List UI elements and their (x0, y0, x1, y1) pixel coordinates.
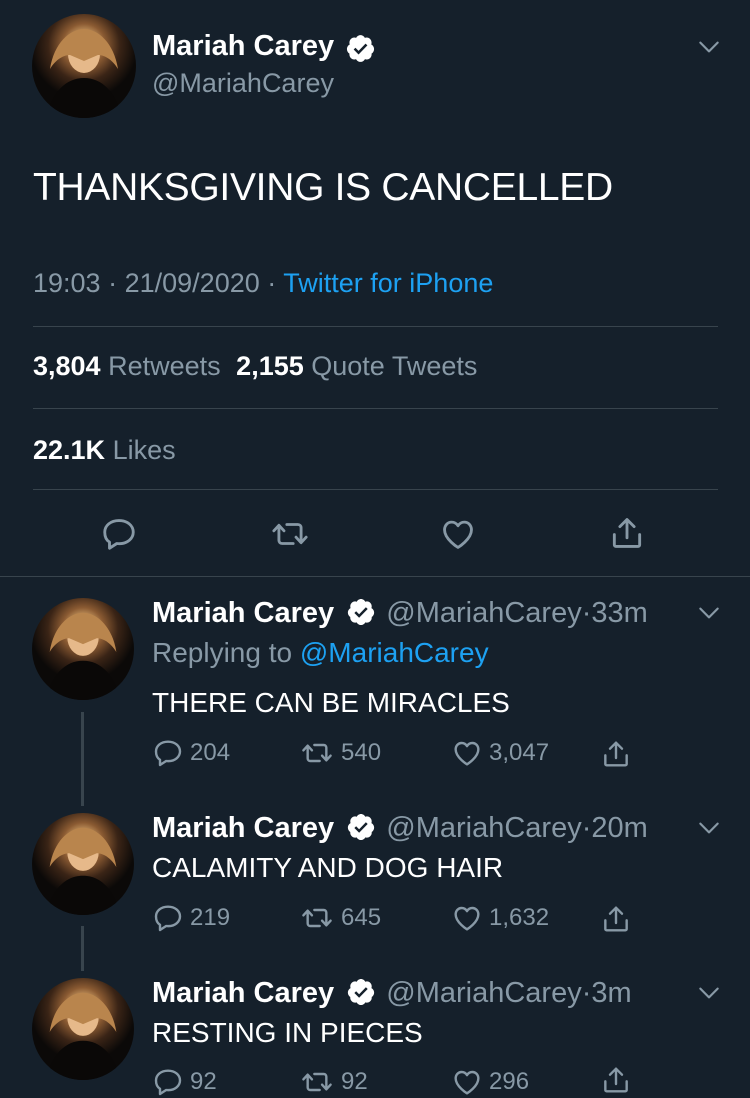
retweet-button[interactable]: 540 (299, 737, 381, 769)
replying-to: Replying to @MariahCarey (152, 637, 489, 669)
verified-badge-icon (345, 33, 376, 64)
avatar[interactable] (32, 978, 134, 1080)
share-icon[interactable] (600, 1064, 632, 1096)
divider (33, 326, 718, 327)
reply-count: 92 (190, 1068, 217, 1095)
divider (0, 576, 750, 577)
author-name[interactable]: Mariah Carey (152, 597, 334, 629)
likes-stat[interactable]: 22.1K Likes (33, 435, 176, 466)
like-icon (451, 737, 483, 769)
reply-header: Mariah Carey @MariahCarey·20m (152, 812, 648, 845)
meta-separator: · (581, 977, 592, 1009)
replying-to-prefix: Replying to (152, 637, 293, 668)
reply-button[interactable]: 92 (152, 1066, 217, 1098)
quote-tweets-stat[interactable]: 2,155 Quote Tweets (236, 351, 477, 381)
like-count: 3,047 (489, 739, 550, 766)
meta-separator: · (581, 812, 592, 844)
chevron-down-icon[interactable] (696, 600, 722, 626)
reply-header: Mariah Carey @MariahCarey·33m (152, 597, 648, 630)
likes-count: 22.1K (33, 435, 106, 465)
verified-badge-icon (346, 977, 376, 1007)
share-icon[interactable] (600, 737, 632, 771)
likes-label: Likes (112, 435, 176, 465)
tweet-meta: 19:03 · 21/09/2020 · Twitter for iPhone (33, 268, 493, 299)
tweet-time[interactable]: 19:03 (33, 268, 101, 298)
retweet-count: 92 (341, 1068, 368, 1095)
author-name[interactable]: Mariah Carey (152, 30, 334, 63)
thread-line (81, 926, 84, 971)
avatar[interactable] (32, 14, 136, 118)
chevron-down-icon[interactable] (696, 34, 722, 60)
verified-badge-icon (346, 597, 376, 627)
retweet-icon (299, 1066, 335, 1098)
retweet-button[interactable]: 92 (299, 1066, 368, 1098)
divider (33, 408, 718, 409)
reply-count: 204 (190, 739, 231, 766)
author-handle[interactable]: @MariahCarey (152, 68, 334, 99)
reply-text: CALAMITY AND DOG HAIR (152, 852, 504, 883)
author-handle[interactable]: @MariahCarey (386, 812, 581, 844)
retweet-button[interactable]: 645 (299, 902, 381, 934)
thread-line (81, 712, 84, 806)
replying-to-handle[interactable]: @MariahCarey (300, 637, 489, 668)
reply-icon (152, 1066, 184, 1098)
reply-icon (152, 902, 184, 934)
author-handle[interactable]: @MariahCarey (386, 597, 581, 629)
retweet-count: 645 (341, 904, 382, 931)
retweet-icon[interactable] (270, 515, 310, 553)
retweets-stat[interactable]: 3,804 Retweets (33, 351, 228, 381)
like-button[interactable]: 3,047 (451, 737, 549, 769)
retweets-label: Retweets (108, 351, 221, 381)
engagement-stats: 3,804 Retweets 2,155 Quote Tweets (33, 351, 477, 382)
divider (33, 489, 718, 490)
share-icon[interactable] (608, 513, 646, 553)
author-handle[interactable]: @MariahCarey (386, 977, 581, 1009)
like-icon[interactable] (439, 515, 477, 553)
like-icon (451, 902, 483, 934)
avatar[interactable] (32, 598, 134, 700)
chevron-down-icon[interactable] (696, 980, 722, 1006)
author-name[interactable]: Mariah Carey (152, 812, 334, 844)
tweet-date[interactable]: 21/09/2020 (125, 268, 260, 298)
tweet-age[interactable]: 20m (591, 812, 647, 844)
like-button[interactable]: 296 (451, 1066, 529, 1098)
like-count: 296 (489, 1068, 530, 1095)
reply-text: RESTING IN PIECES (152, 1017, 423, 1048)
meta-separator: · (267, 268, 277, 298)
chevron-down-icon[interactable] (696, 815, 722, 841)
reply-button[interactable]: 219 (152, 902, 230, 934)
reply-count: 219 (190, 904, 231, 931)
verified-badge-icon (346, 812, 376, 842)
reply-header: Mariah Carey @MariahCarey·3m (152, 977, 632, 1010)
meta-separator: · (581, 597, 592, 629)
tweet-age[interactable]: 3m (591, 977, 631, 1009)
tweet-source[interactable]: Twitter for iPhone (283, 268, 493, 298)
retweet-icon (299, 902, 335, 934)
quote-tweets-count: 2,155 (236, 351, 304, 381)
like-icon (451, 1066, 483, 1098)
retweet-icon (299, 737, 335, 769)
retweets-count: 3,804 (33, 351, 101, 381)
retweet-count: 540 (341, 739, 382, 766)
like-count: 1,632 (489, 904, 550, 931)
reply-icon[interactable] (100, 515, 138, 553)
reply-text: THERE CAN BE MIRACLES (152, 687, 510, 718)
reply-icon (152, 737, 184, 769)
reply-button[interactable]: 204 (152, 737, 230, 769)
avatar[interactable] (32, 813, 134, 915)
quote-tweets-label: Quote Tweets (311, 351, 478, 381)
tweet-age[interactable]: 33m (591, 597, 647, 629)
share-icon[interactable] (600, 902, 632, 936)
meta-separator: · (108, 268, 118, 298)
tweet-text: THANKSGIVING IS CANCELLED (33, 166, 613, 209)
like-button[interactable]: 1,632 (451, 902, 549, 934)
author-name[interactable]: Mariah Carey (152, 977, 334, 1009)
